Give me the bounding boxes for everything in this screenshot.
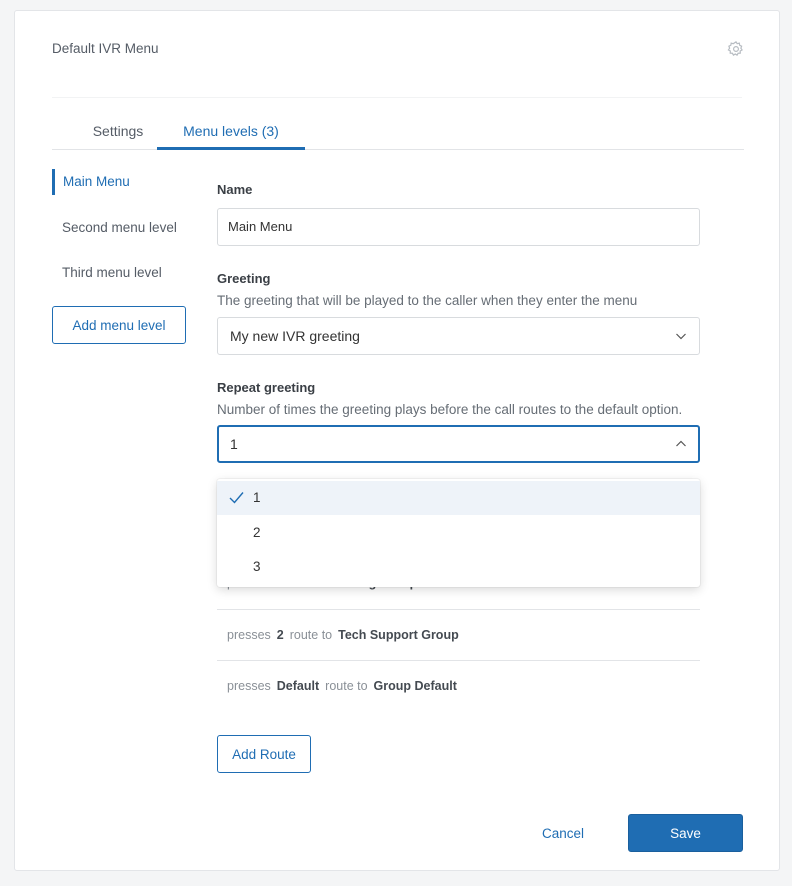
route-target: Tech Support Group (338, 628, 459, 642)
cancel-button[interactable]: Cancel (528, 814, 598, 852)
greeting-help-text: The greeting that will be played to the … (217, 293, 638, 308)
page-title: Default IVR Menu (52, 41, 159, 56)
repeat-greeting-select[interactable]: 1 (217, 425, 700, 463)
repeat-option-label: 1 (253, 490, 261, 505)
save-button[interactable]: Save (628, 814, 743, 852)
ivr-menu-card: Default IVR Menu Settings Menu levels (3… (14, 10, 780, 871)
repeat-option-1[interactable]: 1 (217, 481, 700, 515)
sidebar-item-third-menu-level[interactable]: Third menu level (52, 260, 162, 286)
name-label: Name (217, 182, 253, 197)
route-target: Group Default (373, 679, 457, 693)
repeat-greeting-dropdown: 1 2 3 (217, 479, 700, 587)
route-row-2[interactable]: presses 2 route to Tech Support Group (217, 610, 700, 661)
tab-settings[interactable]: Settings (79, 123, 157, 150)
repeat-option-label: 2 (253, 525, 261, 540)
name-input[interactable]: Main Menu (217, 208, 700, 246)
sidebar-item-second-menu-level[interactable]: Second menu level (52, 215, 177, 241)
repeat-option-3[interactable]: 3 (217, 550, 700, 584)
greeting-select-value: My new IVR greeting (230, 328, 360, 344)
repeat-option-2[interactable]: 2 (217, 516, 700, 550)
repeat-greeting-select-value: 1 (230, 436, 238, 452)
route-row-default[interactable]: presses Default route to Group Default (217, 661, 700, 712)
tab-bar: Settings Menu levels (3) (52, 123, 744, 150)
greeting-label: Greeting (217, 271, 271, 286)
add-menu-level-button[interactable]: Add menu level (52, 306, 186, 344)
add-route-button[interactable]: Add Route (217, 735, 311, 773)
chevron-down-icon (676, 333, 686, 340)
checkmark-icon (229, 492, 244, 504)
repeat-option-label: 3 (253, 559, 261, 574)
route-to-text: route to (325, 679, 368, 693)
sidebar-item-main-menu[interactable]: Main Menu (52, 169, 130, 195)
route-presses-text: presses (227, 679, 271, 693)
header-divider (52, 97, 742, 98)
route-key: Default (276, 679, 320, 693)
gear-icon[interactable] (727, 40, 745, 58)
repeat-greeting-label: Repeat greeting (217, 380, 316, 395)
repeat-greeting-help-text: Number of times the greeting plays befor… (217, 402, 683, 417)
route-key: 2 (276, 628, 284, 642)
route-presses-text: presses (227, 628, 271, 642)
chevron-up-icon (676, 440, 686, 447)
tab-menu-levels[interactable]: Menu levels (3) (157, 123, 305, 150)
route-to-text: route to (289, 628, 333, 642)
greeting-select[interactable]: My new IVR greeting (217, 317, 700, 355)
